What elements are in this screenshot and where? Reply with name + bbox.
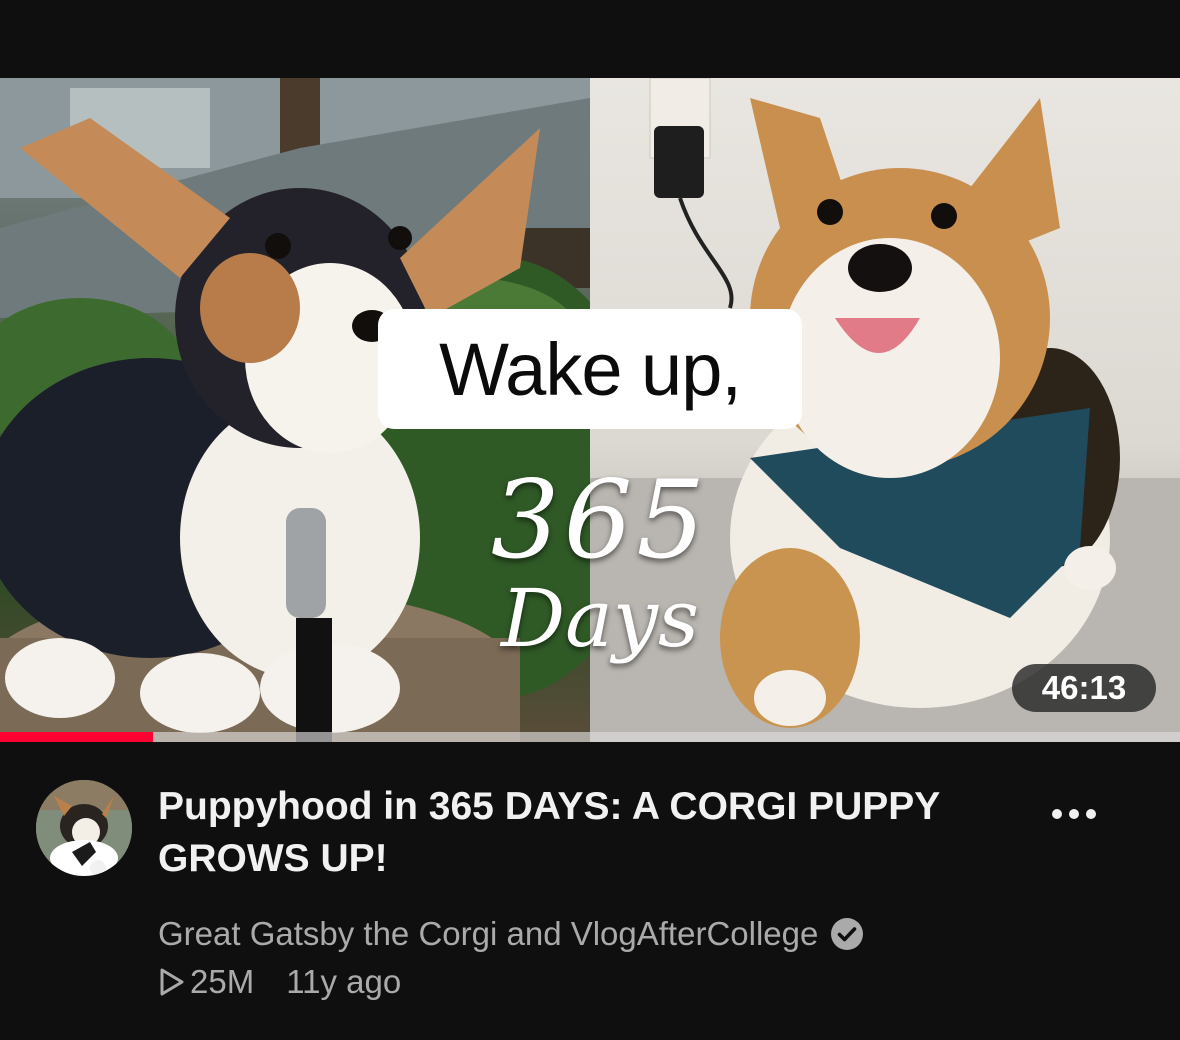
- video-meta-row: 25M 11y ago: [158, 960, 401, 1004]
- verified-check-icon: [831, 918, 864, 950]
- watch-progress-fill: [0, 732, 154, 742]
- thumbnail-overlay-number: 365: [490, 458, 710, 583]
- channel-avatar[interactable]: [36, 780, 132, 876]
- play-outline-icon: [160, 968, 184, 996]
- video-thumbnail[interactable]: Wake up, 365 Days 46:13: [0, 78, 1180, 742]
- more-actions-button[interactable]: [1036, 788, 1112, 840]
- more-dot: [1086, 809, 1096, 819]
- video-title[interactable]: Puppyhood in 365 DAYS: A CORGI PUPPY GRO…: [158, 781, 1018, 885]
- more-dot: [1069, 809, 1079, 819]
- corgi-avatar-icon: [36, 780, 132, 876]
- video-card: Wake up, 365 Days 46:13 Puppyhood in 365…: [0, 0, 1180, 1040]
- upload-age: 11y ago: [286, 963, 402, 1000]
- thumbnail-caption: Wake up,: [378, 309, 802, 429]
- channel-row[interactable]: Great Gatsby the Corgi and VlogAfterColl…: [158, 912, 864, 956]
- channel-name: Great Gatsby the Corgi and VlogAfterColl…: [158, 915, 819, 952]
- thumbnail-overlay-word: Days: [500, 572, 700, 665]
- watch-progress-bar: [0, 732, 1180, 742]
- view-count: 25M: [190, 963, 255, 1000]
- duration-badge: 46:13: [1012, 664, 1156, 712]
- more-dot: [1052, 809, 1062, 819]
